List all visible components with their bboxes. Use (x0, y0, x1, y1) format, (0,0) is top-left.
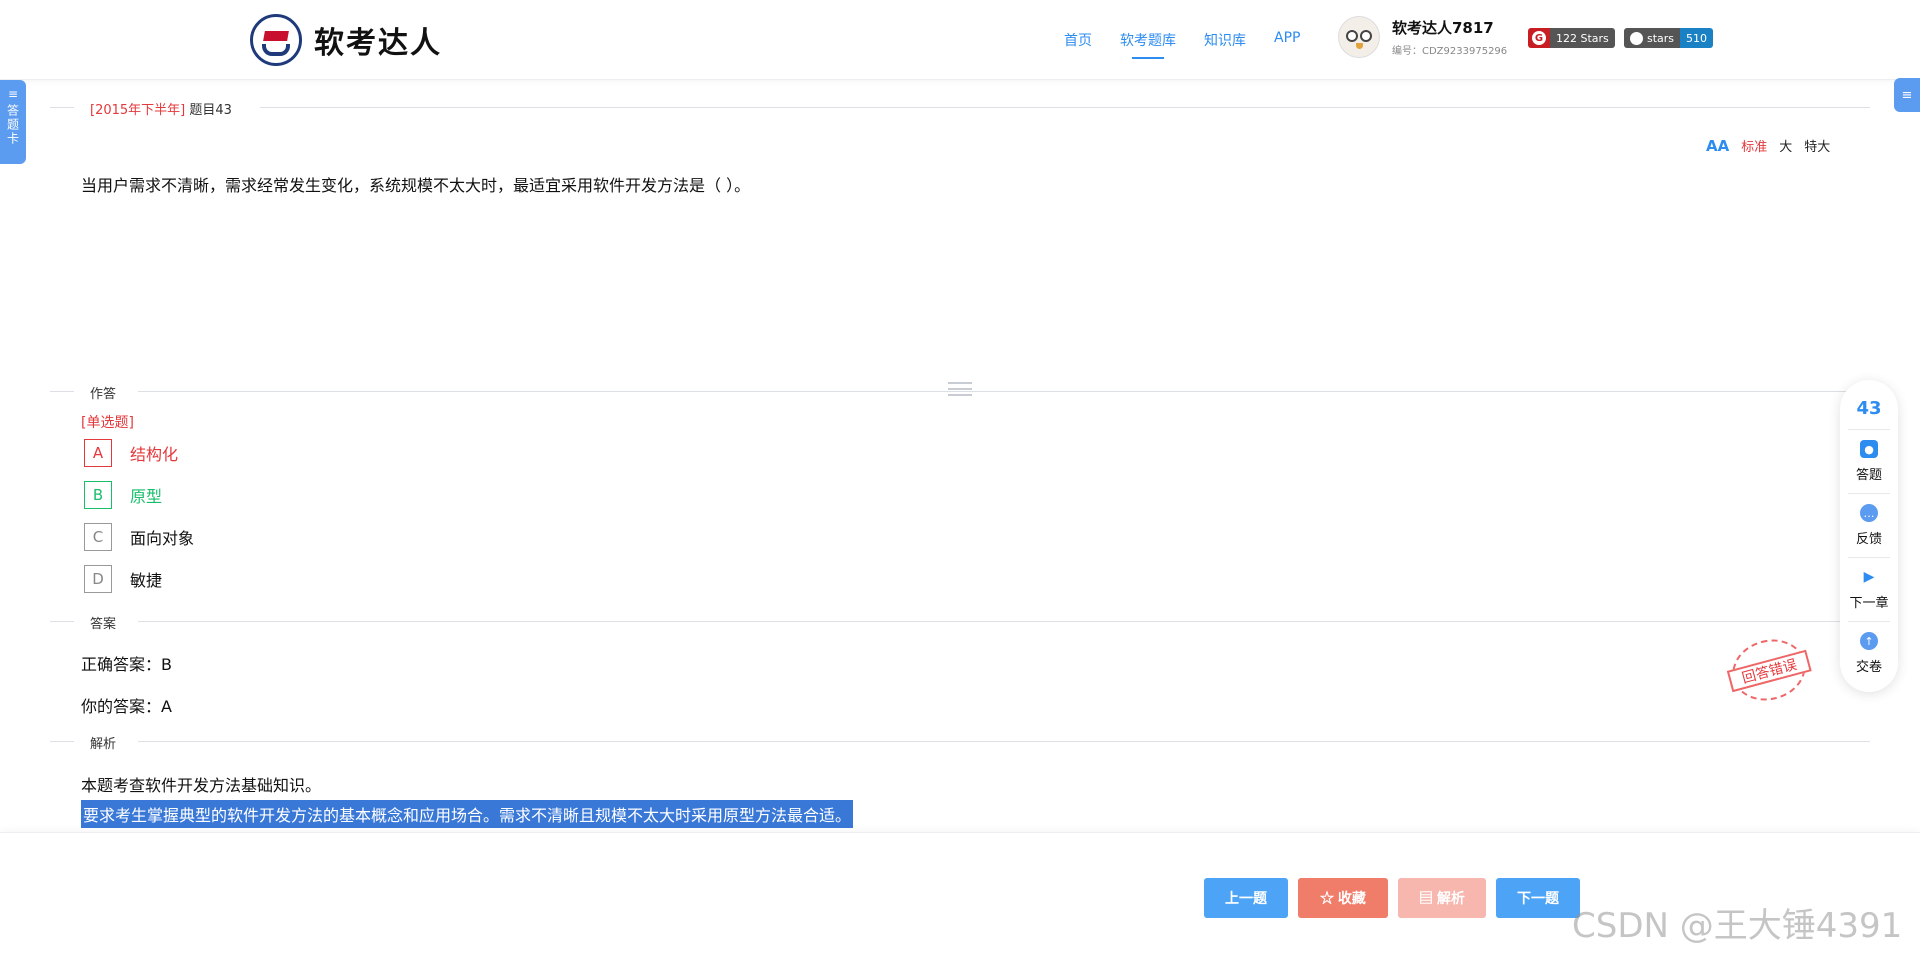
logo-emblem-icon (250, 14, 302, 66)
nav-app[interactable]: APP (1274, 30, 1300, 50)
font-size-control: AA 标准 大 特大 (1706, 136, 1830, 156)
prev-question-button[interactable]: 上一题 (1204, 878, 1288, 918)
github-stars-label: stars (1647, 31, 1675, 45)
menu-icon: ≡ (1901, 87, 1913, 103)
right-menu-tab[interactable]: ≡ (1894, 78, 1920, 112)
current-question-number: 43 (1856, 398, 1882, 419)
submit-icon: ↑ (1860, 632, 1878, 650)
analysis-text-2-selected: 要求考生掌握典型的软件开发方法的基本概念和应用场合。需求不清晰且规模不太大时采用… (81, 800, 854, 828)
gitee-stars-badge[interactable]: G 122 Stars (1528, 28, 1615, 48)
option-c[interactable]: C 面向对象 (84, 523, 194, 551)
nav-knowledge-base[interactable]: 知识库 (1204, 30, 1246, 50)
answer-button[interactable]: ● 答题 (1848, 429, 1890, 483)
menu-icon: ≡ (7, 87, 19, 101)
analysis-button[interactable]: ▤ 解析 (1398, 878, 1486, 918)
option-key: D (84, 565, 112, 593)
next-chapter-icon: ▶ (1863, 569, 1875, 585)
year-tag: [2015年下半年] (90, 103, 186, 118)
answer-button-label: 答题 (1855, 468, 1882, 483)
main-nav: 首页 软考题库 知识库 APP (1064, 30, 1300, 59)
analysis-text-1: 本题考查软件开发方法基础知识。 (81, 776, 322, 795)
option-key: A (84, 439, 112, 467)
logo-text: 软考达人 (314, 26, 442, 61)
your-answer: 你的答案：A (81, 697, 172, 716)
next-question-button[interactable]: 下一题 (1496, 878, 1580, 918)
correct-answer: 正确答案：B (81, 655, 172, 674)
user-id: 编号：CDZ9233975296 (1392, 46, 1508, 57)
option-text: 结构化 (130, 445, 179, 464)
option-text: 原型 (130, 487, 163, 506)
answer-card-tab[interactable]: ≡ 答题卡 (0, 80, 26, 164)
favorite-button[interactable]: ☆ 收藏 (1298, 878, 1388, 918)
answer-icon: ● (1860, 440, 1878, 458)
gitee-icon: G (1532, 31, 1546, 45)
question-number: 题目43 (189, 103, 232, 118)
option-d[interactable]: D 敏捷 (84, 565, 162, 593)
analysis-header: 解析 (50, 731, 1870, 752)
submit-button[interactable]: ↑ 交卷 (1848, 621, 1890, 675)
font-size-extra-large[interactable]: 特大 (1804, 136, 1830, 155)
answer-card-label: 答题卡 (5, 104, 20, 146)
answer-area-label: 作答 (90, 387, 117, 402)
github-icon (1630, 31, 1643, 45)
font-size-large[interactable]: 大 (1779, 136, 1792, 155)
github-stars-badge[interactable]: stars 510 (1624, 28, 1714, 48)
analysis-label: 解析 (90, 737, 117, 752)
question-type: [单选题] (81, 415, 134, 431)
user-profile[interactable]: 软考达人7817 编号：CDZ9233975296 (1338, 16, 1507, 58)
option-a[interactable]: A 结构化 (84, 439, 178, 467)
top-header: 软考达人 首页 软考题库 知识库 APP 软考达人7817 编号：CDZ9233… (0, 0, 1920, 80)
avatar[interactable] (1338, 16, 1380, 58)
wrong-answer-stamp: 回答错误 (1725, 631, 1813, 709)
feedback-icon: … (1860, 504, 1878, 522)
gitee-stars-label: 122 Stars (1550, 28, 1615, 48)
option-text: 敏捷 (130, 571, 163, 590)
user-name: 软考达人7817 (1392, 19, 1494, 37)
answer-label: 答案 (90, 617, 117, 632)
nav-question-bank[interactable]: 软考题库 (1120, 30, 1176, 59)
drag-handle-icon[interactable] (948, 382, 972, 398)
submit-button-label: 交卷 (1855, 660, 1882, 675)
next-chapter-label: 下一章 (1849, 596, 1889, 611)
feedback-button[interactable]: … 反馈 (1848, 493, 1890, 547)
github-stars-count: 510 (1680, 28, 1714, 48)
feedback-button-label: 反馈 (1855, 532, 1882, 547)
option-text: 面向对象 (130, 529, 195, 548)
question-header: [2015年下半年] 题目43 (50, 97, 1870, 118)
font-size-standard[interactable]: 标准 (1741, 136, 1767, 155)
csdn-watermark: CSDN @王大锤4391 (1572, 906, 1903, 946)
next-chapter-button[interactable]: ▶ 下一章 (1848, 557, 1890, 611)
option-b[interactable]: B 原型 (84, 481, 162, 509)
floating-toolbar: 43 ● 答题 … 反馈 ▶ 下一章 ↑ 交卷 (1840, 380, 1898, 692)
option-key: B (84, 481, 112, 509)
font-size-icon: AA (1706, 136, 1730, 155)
question-text: 当用户需求不清晰，需求经常发生变化，系统规模不太大时，最适宜采用软件开发方法是（… (81, 176, 751, 195)
nav-home[interactable]: 首页 (1064, 30, 1092, 50)
answer-header: 答案 (50, 611, 1870, 632)
site-logo[interactable]: 软考达人 (250, 14, 442, 66)
option-key: C (84, 523, 112, 551)
